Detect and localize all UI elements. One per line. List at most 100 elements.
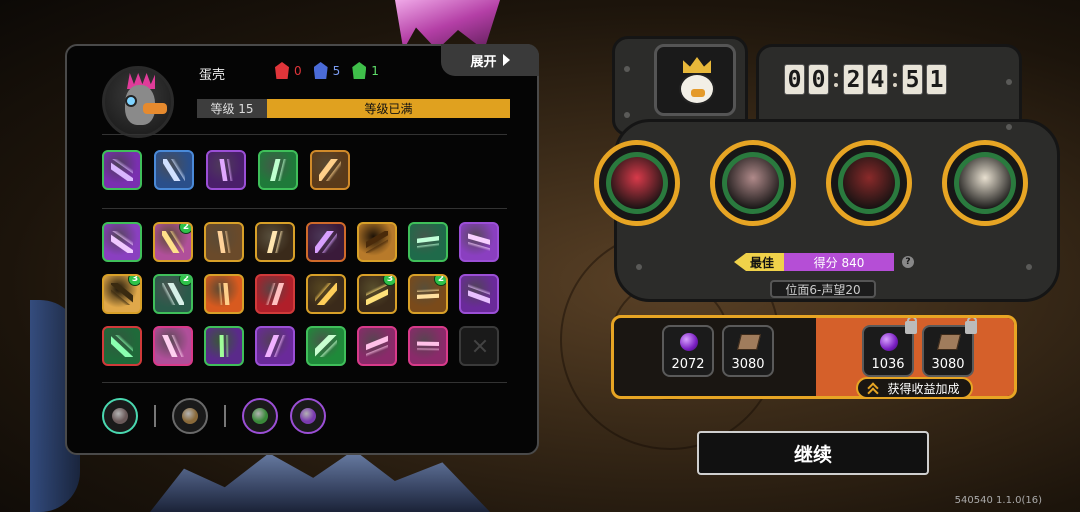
gear-sun-icon [264, 231, 286, 253]
skill-slot[interactable] [204, 326, 244, 366]
golden-ring-icon [315, 283, 337, 305]
skill-slot[interactable] [153, 326, 193, 366]
spellbook-icon [162, 335, 184, 357]
skill-slot[interactable]: 3 [102, 274, 142, 314]
skill-slot[interactable] [306, 326, 346, 366]
spike-trap-icon [162, 283, 184, 305]
purple-claw-icon [468, 283, 490, 305]
blue-mask-icon [313, 62, 328, 79]
boss-portrait[interactable] [710, 140, 796, 226]
skill-slot[interactable]: 2 [408, 274, 448, 314]
lock-icon [905, 318, 917, 334]
timer-digit: 4 [867, 64, 888, 95]
counter-blue-value: 5 [332, 63, 341, 78]
card-icon [737, 334, 761, 350]
counter-red-value: 0 [294, 63, 302, 78]
tool-slot[interactable] [102, 398, 138, 434]
counter-green-value: 1 [371, 63, 379, 78]
run-timer: 0 0 2 4 5 1 [784, 64, 947, 95]
counter-red: 0 [275, 62, 302, 79]
level-label: 等级 15 [197, 99, 267, 118]
timer-digit: 5 [902, 64, 923, 95]
weapon-slot[interactable] [310, 150, 350, 190]
player-avatar [102, 66, 174, 138]
score-panel: 0 0 2 4 5 1 最佳 得分 840 ? 位面6-声望20 [594, 24, 1060, 302]
skill-slot[interactable] [408, 222, 448, 262]
lightning-pillar-icon [366, 283, 388, 305]
reward-cards-value: 3080 [731, 357, 765, 372]
claw-slash-icon [111, 159, 133, 181]
weapon-slot[interactable] [154, 150, 194, 190]
glasses-guy-icon [959, 157, 1011, 209]
help-icon[interactable]: ? [902, 256, 915, 268]
skill-slot[interactable] [306, 274, 346, 314]
bonus-gems: 1036 [862, 318, 917, 377]
purple-flame-icon [264, 335, 286, 357]
skill-slot[interactable] [357, 326, 397, 366]
best-label: 最佳 [734, 253, 785, 271]
skill-slot[interactable] [255, 326, 295, 366]
skill-slot[interactable] [408, 326, 448, 366]
separator [224, 405, 226, 427]
get-bonus-button[interactable]: 获得收益加成 [856, 377, 973, 399]
hooded-rider-icon [843, 157, 895, 209]
weapon-slot[interactable] [258, 150, 298, 190]
skill-slot[interactable] [102, 326, 142, 366]
weapon-slot[interactable] [206, 150, 246, 190]
score-label: 得分 840 [784, 253, 895, 271]
skill-slot[interactable] [102, 222, 142, 262]
grass-blade-icon [417, 231, 439, 253]
rune-branch-icon [111, 231, 133, 253]
skill-slot[interactable] [204, 274, 244, 314]
level-badge: 2 [434, 276, 446, 286]
boss-portrait[interactable] [942, 140, 1028, 226]
boss-portrait[interactable] [826, 140, 912, 226]
weapon-slot[interactable] [102, 150, 142, 190]
weapon-grid [102, 150, 350, 190]
vortex-icon [417, 283, 439, 305]
bronze-orb-icon [182, 408, 198, 424]
tree-arrow-icon [267, 159, 289, 181]
skill-slot[interactable]: 2 [153, 274, 193, 314]
version-label: 540540 1.1.0(16) [954, 495, 1042, 506]
skill-slot[interactable] [459, 326, 499, 366]
shield-swirl-icon [163, 159, 185, 181]
tool-slot[interactable] [172, 398, 208, 434]
bonus-cards: 3080 [922, 318, 977, 377]
timer-colon [891, 64, 899, 95]
skill-slot[interactable] [204, 222, 244, 262]
skill-slot[interactable] [306, 222, 346, 262]
green-bolt-icon [213, 335, 235, 357]
red-mask-icon [275, 62, 289, 79]
skill-slot[interactable] [459, 222, 499, 262]
boss-portrait[interactable] [594, 140, 680, 226]
continue-button[interactable]: 继续 [697, 431, 929, 475]
chick-king-badge [654, 44, 736, 116]
skill-slot[interactable]: 2 [153, 222, 193, 262]
tool-slot[interactable] [290, 398, 326, 434]
green-rush-icon [315, 335, 337, 357]
timer-digit: 0 [784, 64, 805, 95]
skill-slot[interactable] [357, 222, 397, 262]
tool-slot[interactable] [242, 398, 278, 434]
best-score-row: 最佳 得分 840 ? [734, 253, 915, 271]
expand-button[interactable]: 展开 [441, 44, 539, 76]
tool-row [102, 398, 326, 434]
level-badge: 2 [179, 224, 191, 234]
level-bar: 等级 15 等级已满 [197, 99, 510, 118]
build-panel: 蛋壳 0 5 1 展开 等级 15 等级已满 2 3 2 3 2 [65, 44, 539, 455]
level-badge: 2 [179, 276, 191, 286]
skill-slot[interactable] [255, 274, 295, 314]
skill-grid: 2 3 2 3 2 [102, 222, 499, 366]
sunrise-icon [111, 283, 133, 305]
red-insect-mask-icon [611, 157, 663, 209]
skill-slot[interactable] [255, 222, 295, 262]
double-chevron-up-icon [867, 380, 880, 399]
play-arrow-icon [502, 54, 510, 66]
dark-hand-icon [315, 231, 337, 253]
ghost-mask-icon [468, 231, 490, 253]
skill-slot[interactable]: 3 [357, 274, 397, 314]
reward-gems: 2072 [662, 325, 714, 377]
purple-lotus-icon [300, 408, 316, 424]
skill-slot[interactable] [459, 274, 499, 314]
